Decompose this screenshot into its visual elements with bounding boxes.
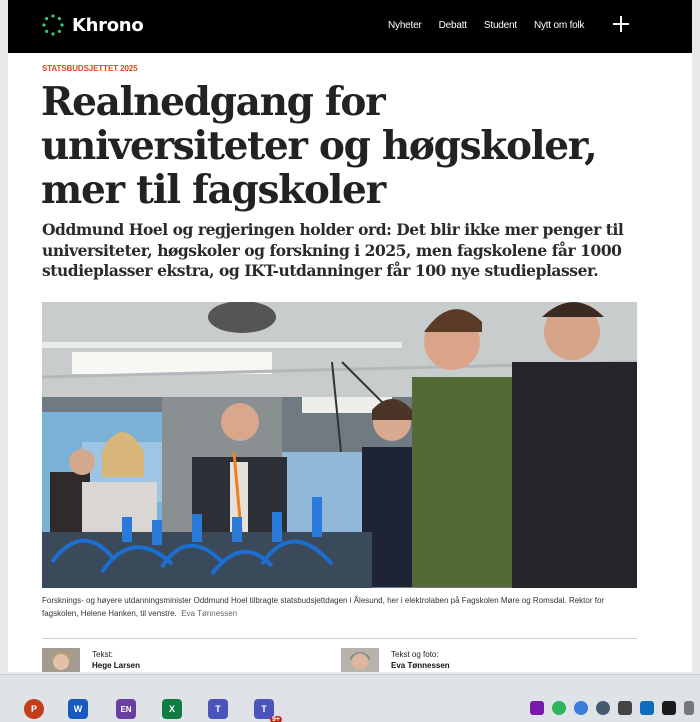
- nav-nytt-om-folk[interactable]: Nytt om folk: [534, 20, 585, 31]
- article-headline: Realnedgang for universiteter og høgskol…: [41, 79, 598, 213]
- site-header: Khrono Nyheter Debatt Student Nytt om fo…: [8, 0, 692, 53]
- photo-caption: Forsknings- og høyere utdanningsminister…: [42, 594, 642, 620]
- excel-icon[interactable]: X: [162, 699, 182, 719]
- battery-tray-icon[interactable]: [618, 701, 632, 715]
- notification-badge: 9+: [270, 716, 282, 722]
- powerpoint-icon[interactable]: P: [24, 699, 44, 719]
- logo-text: Khrono: [72, 14, 144, 36]
- article-lead: Oddmund Hoel og regjeringen holder ord: …: [42, 220, 624, 280]
- author-role: Tekst og foto:: [391, 650, 439, 659]
- en-app-icon[interactable]: EN: [116, 699, 136, 719]
- author-byline-2[interactable]: Tekst og foto: Eva Tønnessen: [341, 648, 450, 672]
- main-nav: Nyheter Debatt Student Nytt om folk: [388, 20, 585, 31]
- onenote-tray-icon[interactable]: [530, 701, 544, 715]
- author-role: Tekst:: [92, 650, 113, 659]
- logo-ring-icon: [42, 14, 64, 36]
- outlook-tray-icon[interactable]: [640, 701, 654, 715]
- teams-notify-icon[interactable]: T 9+: [254, 699, 282, 722]
- author-avatar: [42, 648, 80, 672]
- teams-icon[interactable]: T: [208, 699, 228, 719]
- sync-tray-icon[interactable]: [552, 701, 566, 715]
- location-tray-icon[interactable]: [574, 701, 588, 715]
- divider: [42, 638, 637, 639]
- word-icon[interactable]: W: [68, 699, 88, 719]
- teams-letter: T: [261, 704, 267, 714]
- author-name[interactable]: Hege Larsen: [92, 661, 140, 670]
- article-kicker[interactable]: STATSBUDSJETTET 2025: [42, 64, 138, 73]
- wifi-tray-icon[interactable]: [684, 701, 694, 715]
- photo-illustration: [42, 302, 637, 588]
- network-tray-icon[interactable]: [596, 701, 610, 715]
- browser-page: Khrono Nyheter Debatt Student Nytt om fo…: [8, 0, 692, 672]
- nav-debatt[interactable]: Debatt: [439, 20, 467, 31]
- article-photo[interactable]: [42, 302, 637, 588]
- author-avatar: [341, 648, 379, 672]
- plus-menu-icon[interactable]: [612, 15, 630, 33]
- khrono-logo[interactable]: Khrono: [42, 14, 144, 36]
- nav-student[interactable]: Student: [484, 20, 517, 31]
- shield-tray-icon[interactable]: [662, 701, 676, 715]
- photo-credit: Eva Tønnessen: [181, 609, 238, 618]
- nav-nyheter[interactable]: Nyheter: [388, 20, 422, 31]
- caption-text: Forsknings- og høyere utdanningsminister…: [42, 596, 605, 618]
- author-byline-1[interactable]: Tekst: Hege Larsen: [42, 648, 140, 672]
- author-name[interactable]: Eva Tønnessen: [391, 661, 450, 670]
- windows-taskbar: P W EN X T T 9+: [0, 674, 700, 722]
